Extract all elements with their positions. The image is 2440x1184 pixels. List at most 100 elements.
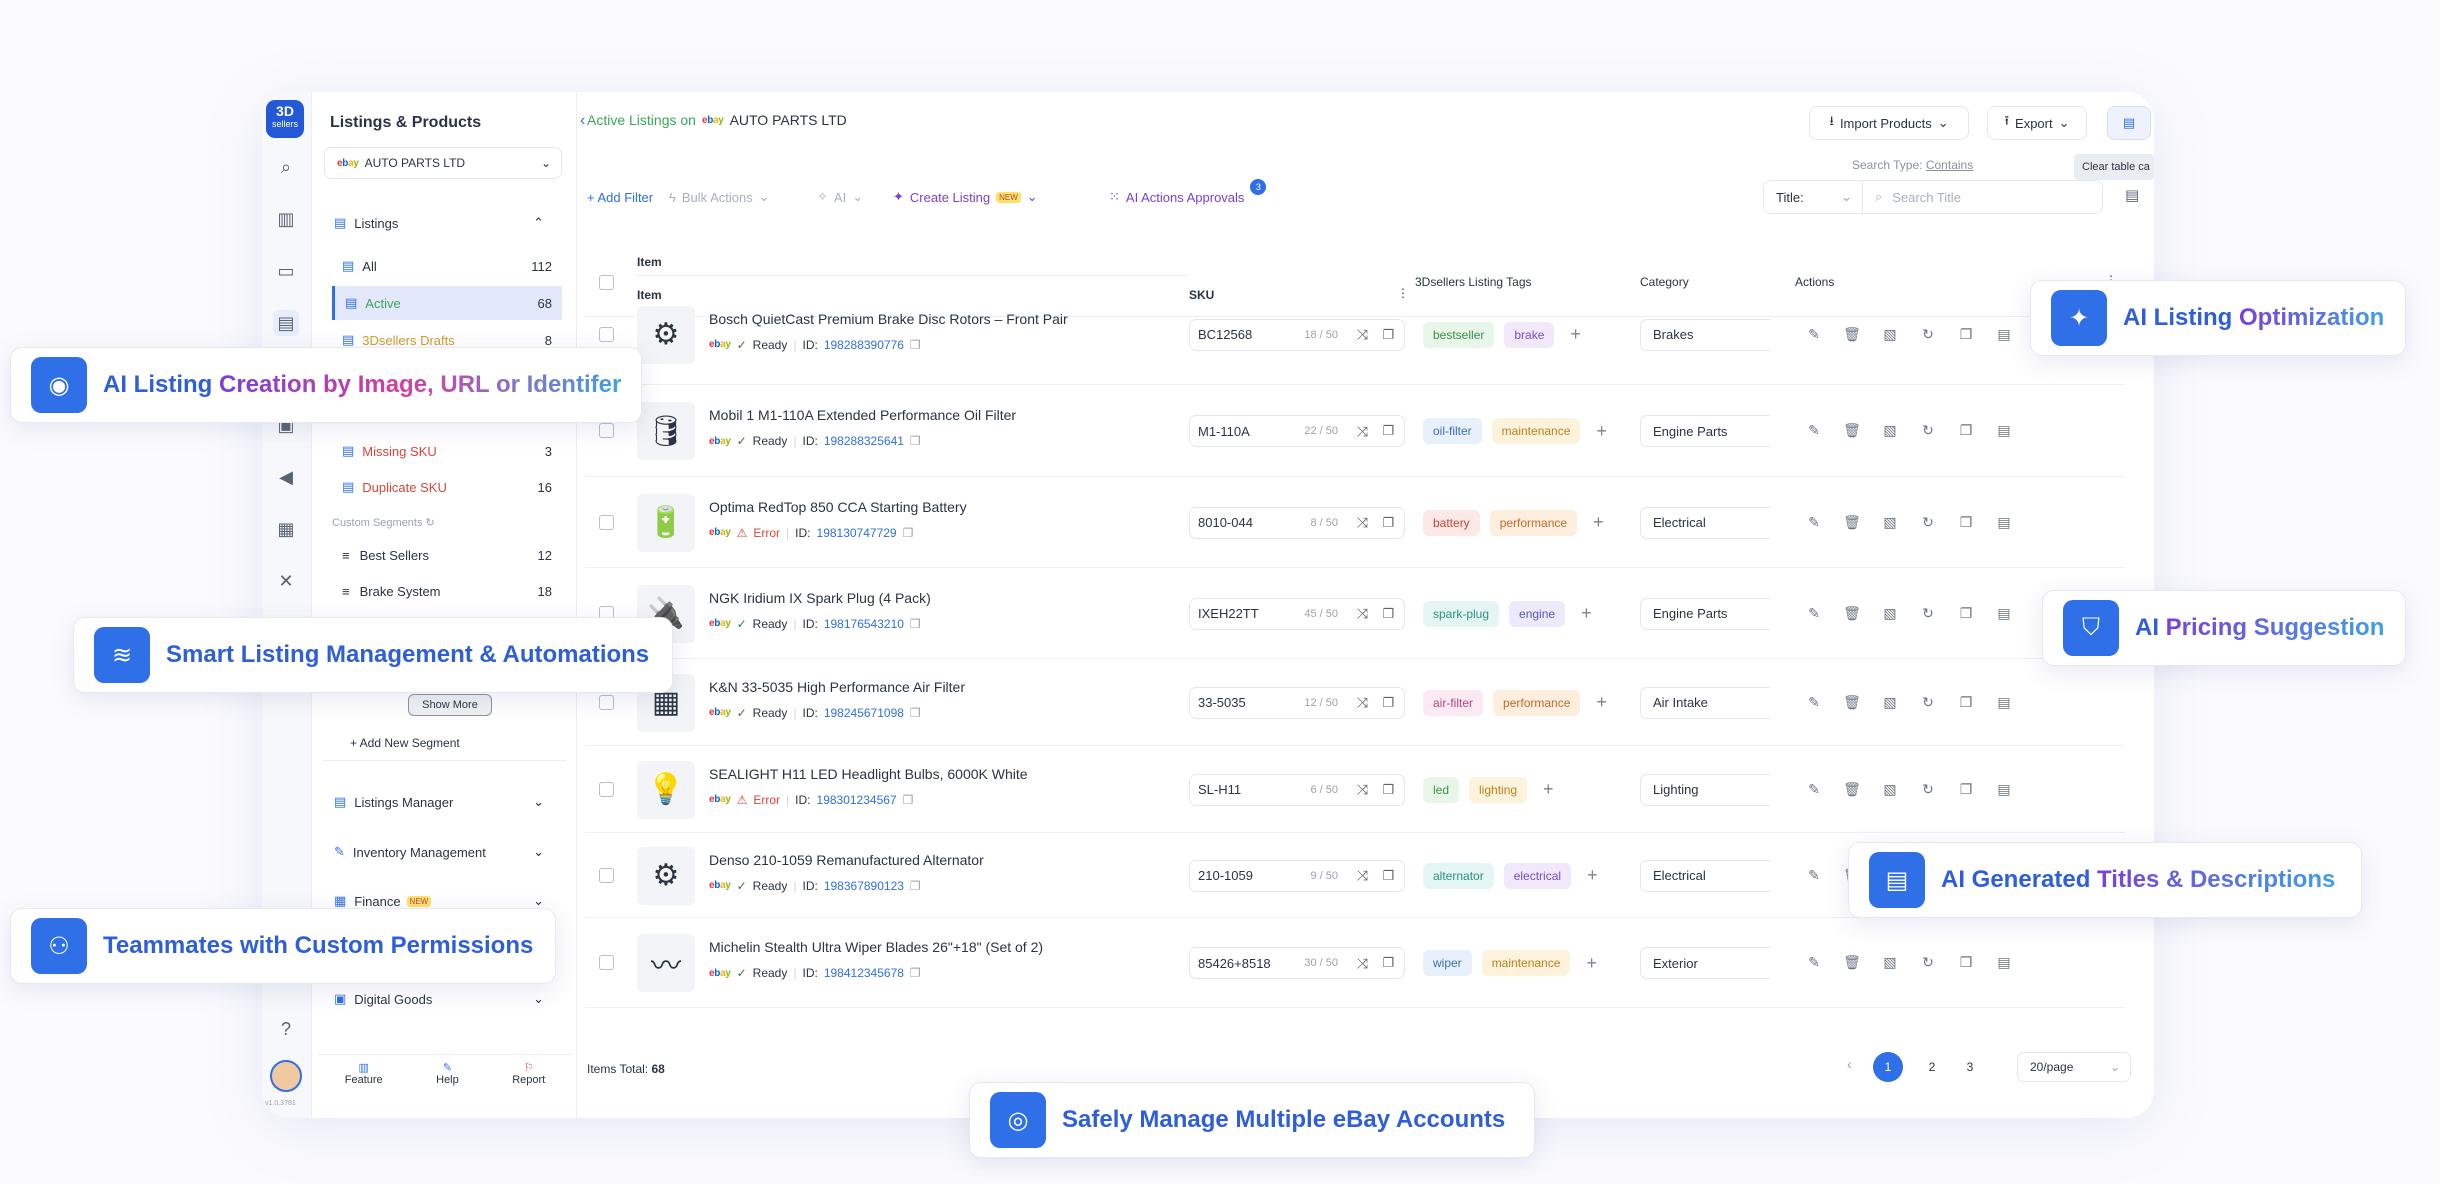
listing-tag[interactable]: air-filter: [1423, 689, 1484, 716]
edit-icon[interactable]: ✎: [1805, 514, 1823, 531]
table-row[interactable]: 🛢 Mobil 1 M1-110A Extended Performance O…: [585, 385, 2125, 477]
add-tag-icon[interactable]: +: [1586, 953, 1597, 974]
refresh-icon[interactable]: ↻: [1919, 514, 1937, 531]
document-icon[interactable]: ▧: [1881, 694, 1899, 711]
sku-field[interactable]: M1-110A 22 / 50 ⤨ ❐: [1189, 415, 1405, 447]
add-tag-icon[interactable]: +: [1543, 779, 1554, 800]
refresh-icon[interactable]: ↻: [1919, 605, 1937, 622]
duplicate-icon[interactable]: ❐: [1957, 605, 1975, 622]
columns-icon[interactable]: ▤: [2125, 186, 2139, 204]
copy-icon[interactable]: ❐: [910, 706, 921, 720]
listing-tag[interactable]: bestseller: [1423, 321, 1495, 348]
table-row[interactable]: ⚙ Bosch QuietCast Premium Brake Disc Rot…: [585, 284, 2125, 385]
sku-field[interactable]: 210-1059 9 / 50 ⤨ ❐: [1189, 859, 1405, 892]
copy-icon[interactable]: ❐: [1382, 606, 1394, 622]
listing-tag[interactable]: spark-plug: [1423, 600, 1500, 627]
item-id[interactable]: 198367890123: [824, 879, 904, 893]
segment-brake-system[interactable]: ≡ Brake System 18: [332, 574, 562, 608]
product-title[interactable]: NGK Iridium IX Spark Plug (4 Pack): [709, 590, 931, 606]
edit-icon[interactable]: ✎: [1805, 781, 1823, 798]
table-settings-button[interactable]: ▤: [2107, 106, 2151, 140]
add-tag-icon[interactable]: +: [1587, 865, 1598, 886]
copy-icon[interactable]: ❐: [1382, 695, 1394, 711]
row-checkbox[interactable]: [599, 781, 614, 797]
product-title[interactable]: Optima RedTop 850 CCA Starting Battery: [709, 499, 967, 515]
export-button[interactable]: ⭱ Export ⌄: [1987, 106, 2087, 140]
search-icon[interactable]: ⌕: [273, 154, 299, 180]
edit-icon[interactable]: ✎: [1805, 954, 1823, 971]
item-id[interactable]: 198301234567: [817, 793, 897, 807]
duplicate-icon[interactable]: ❐: [1957, 422, 1975, 439]
listing-tag[interactable]: battery: [1423, 509, 1480, 536]
book-icon[interactable]: ▭: [273, 258, 299, 284]
refresh-icon[interactable]: ↻: [1919, 694, 1937, 711]
add-tag-icon[interactable]: +: [1596, 692, 1607, 713]
add-tag-icon[interactable]: +: [1581, 603, 1592, 624]
document-icon[interactable]: ▧: [1881, 514, 1899, 531]
copy-icon[interactable]: ❐: [1382, 515, 1394, 531]
item-id[interactable]: 198412345678: [824, 966, 904, 980]
item-id[interactable]: 198288325641: [824, 434, 904, 448]
import-products-button[interactable]: ⭳ Import Products ⌄: [1809, 106, 1969, 140]
edit-icon[interactable]: ✎: [1805, 867, 1823, 884]
duplicate-icon[interactable]: ❐: [1957, 514, 1975, 531]
add-tag-icon[interactable]: +: [1570, 324, 1581, 345]
search-input[interactable]: ⌕ Search Title: [1863, 180, 2103, 214]
category-field[interactable]: Brakes: [1640, 318, 1770, 351]
sku-field[interactable]: 8010-044 8 / 50 ⤨ ❐: [1189, 506, 1405, 539]
listing-tag[interactable]: performance: [1493, 689, 1581, 716]
document-icon[interactable]: ▧: [1881, 954, 1899, 971]
copy-icon[interactable]: ❐: [903, 526, 914, 540]
category-field[interactable]: Air Intake: [1640, 686, 1770, 719]
table-icon[interactable]: ▤: [1995, 694, 2013, 711]
product-title[interactable]: Michelin Stealth Ultra Wiper Blades 26"+…: [709, 939, 1043, 955]
document-icon[interactable]: ▧: [1881, 605, 1899, 622]
table-row[interactable]: 〰 Michelin Stealth Ultra Wiper Blades 26…: [585, 918, 2125, 1008]
add-segment-link[interactable]: + Add New Segment: [350, 736, 460, 750]
per-page-select[interactable]: 20/page ⌄: [2017, 1052, 2131, 1082]
shuffle-icon[interactable]: ⤨: [1357, 781, 1368, 798]
table-icon[interactable]: ▤: [1995, 326, 2013, 343]
report-link[interactable]: ⚐ Report: [512, 1061, 545, 1106]
sidebar-item-all[interactable]: ▤ All 112: [332, 249, 562, 283]
row-checkbox[interactable]: [599, 867, 614, 883]
refresh-icon[interactable]: ↻: [1919, 781, 1937, 798]
duplicate-icon[interactable]: ❐: [1957, 326, 1975, 343]
table-icon[interactable]: ▤: [1995, 422, 2013, 439]
copy-icon[interactable]: ❐: [910, 966, 921, 980]
document-icon[interactable]: ▧: [1881, 326, 1899, 343]
sidebar-item-missing-sku[interactable]: ▤ Missing SKU 3: [332, 434, 562, 468]
sku-field[interactable]: IXEH22TT 45 / 50 ⤨ ❐: [1189, 597, 1405, 630]
duplicate-icon[interactable]: ❐: [1957, 694, 1975, 711]
trash-icon[interactable]: 🗑: [1843, 694, 1861, 711]
product-title[interactable]: Bosch QuietCast Premium Brake Disc Rotor…: [709, 311, 1068, 327]
refresh-icon[interactable]: ↻: [1919, 954, 1937, 971]
item-id[interactable]: 198245671098: [824, 706, 904, 720]
listing-tag[interactable]: lighting: [1469, 776, 1528, 803]
category-field[interactable]: Lighting: [1640, 773, 1770, 806]
show-more-button[interactable]: Show More: [408, 694, 492, 716]
section-listings-manager[interactable]: ▤ Listings Manager ⌄: [324, 785, 554, 819]
row-checkbox[interactable]: [599, 694, 614, 710]
sku-field[interactable]: 85426+8518 30 / 50 ⤨ ❐: [1189, 947, 1405, 979]
product-title[interactable]: SEALIGHT H11 LED Headlight Bulbs, 6000K …: [709, 766, 1028, 782]
ai-approvals-button[interactable]: ⁙ AI Actions Approvals 3: [1109, 179, 1267, 214]
product-thumbnail[interactable]: ⚙: [637, 305, 695, 364]
shuffle-icon[interactable]: ⤨: [1357, 867, 1368, 884]
analytics-icon[interactable]: ▥: [273, 206, 299, 232]
table-icon[interactable]: ▤: [1995, 954, 2013, 971]
trash-icon[interactable]: 🗑: [1843, 605, 1861, 622]
product-title[interactable]: Denso 210-1059 Remanufactured Alternator: [709, 852, 984, 868]
search-type-value[interactable]: Contains: [1926, 158, 1973, 172]
item-id[interactable]: 198288390776: [824, 338, 904, 352]
product-title[interactable]: Mobil 1 M1-110A Extended Performance Oil…: [709, 407, 1016, 423]
bulk-actions-button[interactable]: ϟ Bulk Actions ⌄: [669, 180, 770, 214]
listings-header[interactable]: ▤ Listings ⌃: [324, 206, 554, 240]
copy-icon[interactable]: ❐: [910, 338, 921, 352]
ai-button[interactable]: ✧ AI ⌄: [817, 180, 863, 214]
trash-icon[interactable]: 🗑: [1843, 781, 1861, 798]
copy-icon[interactable]: ❐: [910, 617, 921, 631]
item-id[interactable]: 198130747729: [817, 526, 897, 540]
category-field[interactable]: Electrical: [1640, 859, 1770, 892]
page-1[interactable]: 1: [1873, 1052, 1903, 1082]
